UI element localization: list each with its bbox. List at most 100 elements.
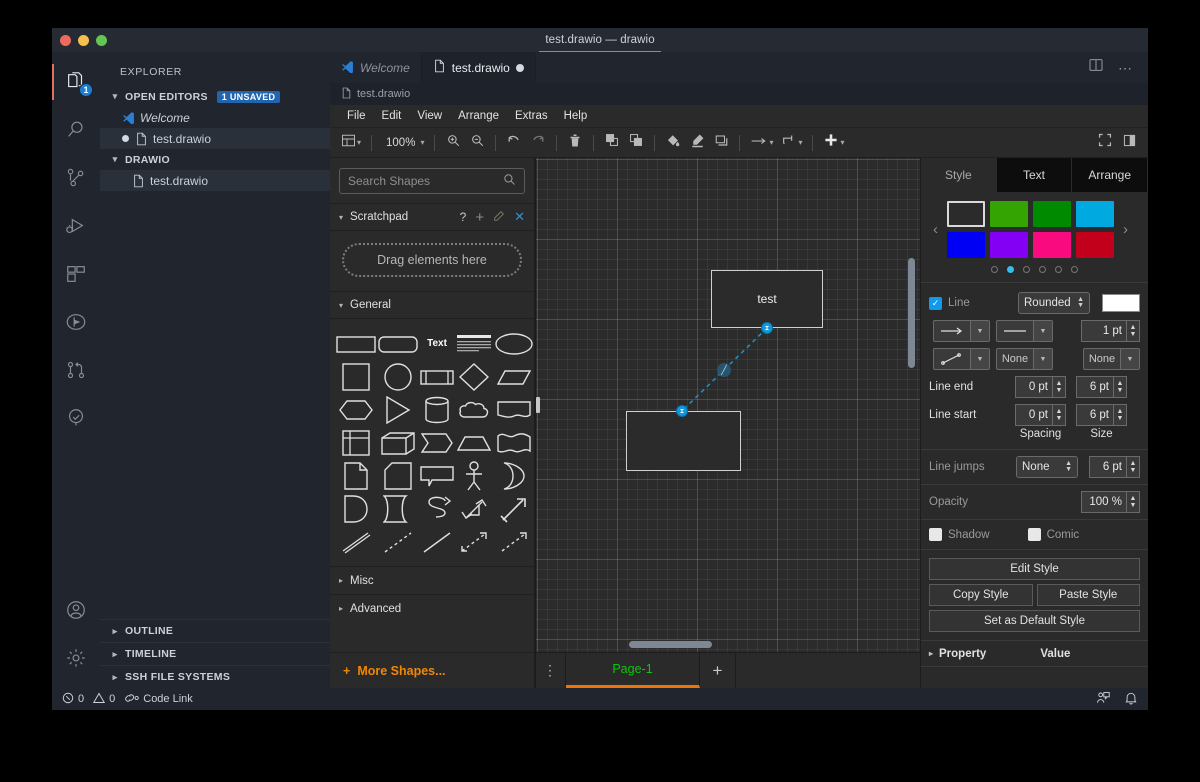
- line-shape-select[interactable]: ▼: [933, 348, 990, 370]
- shape-dashed-bidirectional-arrow[interactable]: [456, 526, 492, 557]
- shape-circle[interactable]: [378, 361, 418, 392]
- shape-parallelogram[interactable]: [494, 361, 534, 392]
- shape-trapezoid[interactable]: [456, 427, 492, 458]
- line-end-spacing-input[interactable]: 0 pt: [1015, 376, 1053, 398]
- shape-or[interactable]: [494, 460, 534, 491]
- shape-process[interactable]: [420, 361, 454, 392]
- properties-header[interactable]: ▸ Property Value: [921, 641, 1148, 667]
- edit-icon[interactable]: [493, 210, 505, 225]
- notifications-button[interactable]: [1124, 691, 1138, 708]
- explorer-section-ssh-file-systems[interactable]: ▸ SSH FILE SYSTEMS: [100, 665, 330, 688]
- set-default-style-button[interactable]: Set as Default Style: [929, 610, 1140, 632]
- file-test-drawio[interactable]: test.drawio: [100, 170, 330, 191]
- section-advanced[interactable]: ▸ Advanced: [330, 594, 534, 622]
- feedback-button[interactable]: [1096, 691, 1110, 708]
- explorer-section-timeline[interactable]: ▸ TIMELINE: [100, 642, 330, 665]
- shape-diamond[interactable]: [456, 361, 492, 392]
- shape-internal-storage[interactable]: [336, 427, 376, 458]
- swatch-0[interactable]: [947, 201, 985, 227]
- window-controls[interactable]: [60, 35, 107, 46]
- shape-ellipse[interactable]: [494, 328, 534, 359]
- tab-arrange[interactable]: Arrange: [1072, 158, 1148, 192]
- explorer-section-outline[interactable]: ▸ OUTLINE: [100, 619, 330, 642]
- insert-button[interactable]: ▾: [820, 131, 847, 155]
- line-start-fill-select[interactable]: None ▼: [1083, 348, 1140, 370]
- shape-dashed-line[interactable]: [378, 526, 418, 557]
- section-general[interactable]: ▾ General: [330, 291, 534, 319]
- open-editor-test-drawio[interactable]: test.drawio: [100, 128, 330, 149]
- shadow-checkbox[interactable]: [929, 528, 942, 541]
- shape-dashed-arrow[interactable]: [494, 526, 534, 557]
- diagram-node-test[interactable]: test: [711, 270, 823, 328]
- swatch-4[interactable]: [947, 232, 985, 258]
- activity-search[interactable]: [52, 106, 100, 154]
- tab-style[interactable]: Style: [921, 158, 997, 192]
- activity-explorer[interactable]: 1: [52, 58, 100, 106]
- edge-target-handle[interactable]: [676, 405, 688, 417]
- line-start-spacing-stepper[interactable]: ▲ ▼: [1053, 404, 1066, 426]
- minimize-window-button[interactable]: [78, 35, 89, 46]
- more-shapes-button[interactable]: + More Shapes...: [330, 652, 534, 688]
- close-icon[interactable]: ✕: [514, 209, 525, 225]
- line-end-spacing-stepper[interactable]: ▲ ▼: [1053, 376, 1066, 398]
- opacity-stepper[interactable]: ▲ ▼: [1127, 491, 1140, 513]
- line-style-select[interactable]: Rounded ▲ ▼: [1018, 292, 1090, 314]
- menu-view[interactable]: View: [410, 108, 449, 124]
- palette-prev-button[interactable]: ‹: [929, 221, 942, 238]
- explorer-section-drawio[interactable]: ▾ DRAWIO: [100, 149, 330, 170]
- fill-color-button[interactable]: [662, 131, 684, 155]
- shape-cloud[interactable]: [456, 394, 492, 425]
- line-end-size-input[interactable]: 6 pt: [1076, 376, 1114, 398]
- split-editor-icon[interactable]: [1088, 57, 1104, 78]
- line-width-stepper[interactable]: ▲ ▼: [1127, 320, 1140, 342]
- line-start-size-input[interactable]: 6 pt: [1076, 404, 1114, 426]
- shape-text[interactable]: Text: [420, 328, 454, 359]
- shape-textbox[interactable]: [456, 328, 492, 359]
- shape-double-line[interactable]: [336, 526, 376, 557]
- help-icon[interactable]: ?: [460, 210, 467, 224]
- opacity-input[interactable]: 100 %: [1081, 491, 1127, 513]
- line-start-size-stepper[interactable]: ▲ ▼: [1114, 404, 1127, 426]
- code-link-status[interactable]: Code Link: [125, 692, 193, 707]
- activity-source-control[interactable]: [52, 154, 100, 202]
- palette-next-button[interactable]: ›: [1119, 221, 1132, 238]
- line-end-fill-select[interactable]: None ▼: [996, 348, 1053, 370]
- shape-step[interactable]: [420, 427, 454, 458]
- maximize-window-button[interactable]: [96, 35, 107, 46]
- scratchpad-dropzone[interactable]: Drag elements here: [342, 243, 522, 277]
- shadow-button[interactable]: [710, 131, 732, 155]
- diagram-canvas[interactable]: test ╱: [535, 158, 920, 652]
- diagram-node-2[interactable]: [626, 411, 741, 471]
- shape-actor[interactable]: [456, 460, 492, 491]
- tab-dirty-indicator[interactable]: [515, 63, 524, 72]
- section-scratchpad[interactable]: ▾ Scratchpad ? + ✕: [330, 203, 534, 231]
- problems-status[interactable]: 0 0: [62, 692, 115, 707]
- to-front-button[interactable]: [601, 131, 623, 155]
- tab-test-drawio[interactable]: test.drawio: [421, 52, 536, 83]
- zoom-in-button[interactable]: [442, 131, 464, 155]
- section-misc[interactable]: ▸ Misc: [330, 566, 534, 594]
- swatch-6[interactable]: [1033, 232, 1071, 258]
- activity-extensions[interactable]: [52, 250, 100, 298]
- zoom-level-button[interactable]: 100% ▾: [379, 131, 427, 155]
- line-width-input[interactable]: 1 pt: [1081, 320, 1127, 342]
- menu-edit[interactable]: Edit: [375, 108, 409, 124]
- shape-note[interactable]: [336, 460, 376, 491]
- line-start-spacing-input[interactable]: 0 pt: [1015, 404, 1053, 426]
- shape-callout[interactable]: [420, 460, 454, 491]
- line-jumps-select[interactable]: None ▲ ▼: [1016, 456, 1078, 478]
- search-shapes-box[interactable]: [339, 168, 525, 194]
- add-icon[interactable]: +: [475, 209, 484, 226]
- to-back-button[interactable]: [625, 131, 647, 155]
- swatch-7[interactable]: [1076, 232, 1114, 258]
- palette-dot-4[interactable]: [1055, 266, 1062, 273]
- search-input[interactable]: [348, 174, 498, 188]
- shape-arrow[interactable]: [494, 493, 534, 524]
- menu-help[interactable]: Help: [557, 108, 595, 124]
- palette-dot-5[interactable]: [1071, 266, 1078, 273]
- palette-dot-2[interactable]: [1023, 266, 1030, 273]
- line-arrow-select[interactable]: ▼: [933, 320, 990, 342]
- connection-button[interactable]: ▾: [747, 131, 776, 155]
- shape-rounded-rectangle[interactable]: [378, 328, 418, 359]
- swatch-1[interactable]: [990, 201, 1028, 227]
